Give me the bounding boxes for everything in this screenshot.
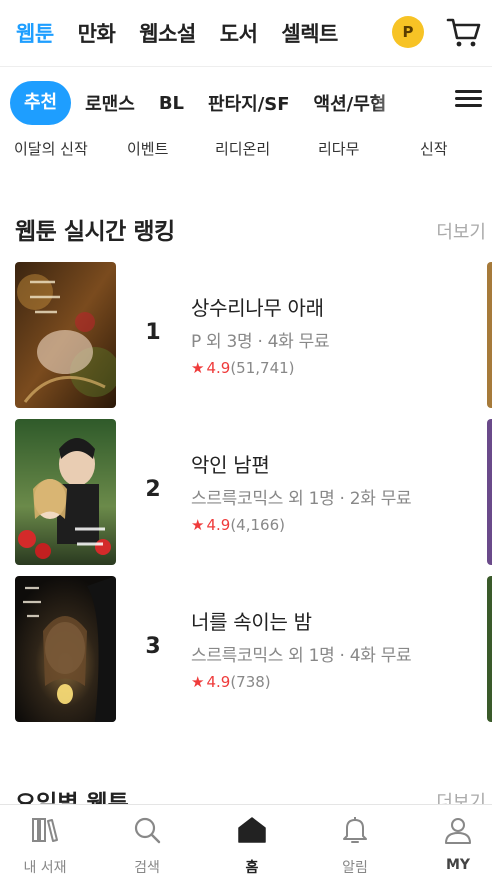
rating-count: (4,166) <box>230 516 285 534</box>
bottom-tab-home[interactable]: 홈 <box>212 805 292 879</box>
cover-image <box>15 576 116 722</box>
rating-score: 4.9 <box>206 516 231 534</box>
submenu-ridi-only[interactable]: 리디온리 <box>215 138 270 159</box>
ranking-item[interactable]: 3 너를 속이는 밤 스르륵코믹스 외 1명 · 4화 무료 ★ 4.9 (73… <box>0 576 492 722</box>
genre-tabs: 추천 로맨스 BL 판타지/SF 액션/무협 <box>0 80 492 126</box>
bottom-tab-label: MY <box>445 857 471 873</box>
user-icon <box>445 818 471 844</box>
genre-fantasy-sf[interactable]: 판타지/SF <box>208 90 290 116</box>
submenu-new[interactable]: 신작 <box>420 138 448 159</box>
bottom-tab-label: 검색 <box>134 860 160 876</box>
top-divider <box>0 66 492 67</box>
ranking-more-link[interactable]: 더보기 <box>436 218 486 244</box>
item-meta: P 외 3명 · 4화 무료 <box>191 332 330 352</box>
bottom-tab-my[interactable]: MY <box>418 805 492 879</box>
tab-webnovel[interactable]: 웹소설 <box>139 18 196 48</box>
library-icon <box>32 818 58 842</box>
cover-image <box>15 262 116 408</box>
ranking-item[interactable]: 1 상수리나무 아래 P 외 3명 · 4화 무료 ★ 4.9 (51,741) <box>0 262 492 408</box>
bell-icon <box>343 817 367 843</box>
bottom-tab-library[interactable]: 내 서재 <box>5 805 85 879</box>
home-icon <box>238 817 266 843</box>
submenu-ridamu[interactable]: 리다무 <box>318 138 359 159</box>
ranking-item[interactable]: 2 악인 남편 스르륵코믹스 외 1명 · 2화 무료 ★ 4.9 (4,166… <box>0 419 492 565</box>
item-title: 악인 남편 <box>191 453 270 477</box>
rating-count: (738) <box>230 673 271 691</box>
genre-romance[interactable]: 로맨스 <box>85 90 135 116</box>
item-rating: ★ 4.9 (738) <box>191 673 411 691</box>
item-meta: 스르륵코믹스 외 1명 · 2화 무료 <box>191 489 412 509</box>
rank-number: 3 <box>145 634 161 659</box>
item-title: 너를 속이는 밤 <box>191 610 312 634</box>
tab-comics[interactable]: 만화 <box>78 18 116 48</box>
item-info: 너를 속이는 밤 스르륵코믹스 외 1명 · 4화 무료 ★ 4.9 (738) <box>191 606 412 691</box>
rank-number: 1 <box>145 320 161 345</box>
item-meta: 스르륵코믹스 외 1명 · 4화 무료 <box>191 646 412 666</box>
genre-bl[interactable]: BL <box>159 93 184 114</box>
cart-icon[interactable] <box>446 14 482 50</box>
genre-scroll[interactable]: 추천 로맨스 BL 판타지/SF 액션/무협 <box>10 80 420 126</box>
genre-fade <box>370 80 420 126</box>
next-cover-peek <box>487 419 492 565</box>
bottom-nav: 내 서재 검색 홈 알림 MY <box>0 804 492 879</box>
star-icon: ★ <box>191 516 205 534</box>
top-nav: 웹툰 만화 웹소설 도서 셀렉트 P <box>0 0 492 66</box>
rank-number: 2 <box>145 477 161 502</box>
bottom-tab-label: 알림 <box>342 860 368 876</box>
submenu-new-this-month[interactable]: 이달의 신작 <box>14 138 88 159</box>
next-cover-peek <box>487 262 492 408</box>
bottom-tab-label: 홈 <box>245 860 259 876</box>
hamburger-menu-icon[interactable] <box>454 88 484 116</box>
bottom-tab-label: 내 서재 <box>23 860 67 876</box>
item-title: 상수리나무 아래 <box>191 296 324 320</box>
section-title-ranking: 웹툰 실시간 랭킹 <box>15 219 175 245</box>
tab-books[interactable]: 도서 <box>220 18 258 48</box>
star-icon: ★ <box>191 359 205 377</box>
rating-score: 4.9 <box>206 673 231 691</box>
bottom-tab-alerts[interactable]: 알림 <box>315 805 395 879</box>
sub-menu: 이달의 신작 이벤트 리디온리 리다무 신작 <box>0 138 492 164</box>
next-cover-peek <box>487 576 492 722</box>
genre-recommend[interactable]: 추천 <box>10 81 72 125</box>
rating-score: 4.9 <box>206 359 231 377</box>
cover-image <box>15 419 116 565</box>
rating-count: (51,741) <box>230 359 295 377</box>
point-coin-button[interactable]: P <box>392 16 424 48</box>
submenu-event[interactable]: 이벤트 <box>127 138 168 159</box>
star-icon: ★ <box>191 673 205 691</box>
item-info: 악인 남편 스르륵코믹스 외 1명 · 2화 무료 ★ 4.9 (4,166) <box>191 449 412 534</box>
item-rating: ★ 4.9 (51,741) <box>191 359 329 377</box>
top-nav-actions: P <box>392 14 482 50</box>
bottom-tab-search[interactable]: 검색 <box>107 805 187 879</box>
search-icon <box>134 817 161 844</box>
item-info: 상수리나무 아래 P 외 3명 · 4화 무료 ★ 4.9 (51,741) <box>191 292 330 377</box>
tab-select[interactable]: 셀렉트 <box>281 18 338 48</box>
item-rating: ★ 4.9 (4,166) <box>191 516 411 534</box>
tab-webtoon[interactable]: 웹툰 <box>16 18 54 48</box>
